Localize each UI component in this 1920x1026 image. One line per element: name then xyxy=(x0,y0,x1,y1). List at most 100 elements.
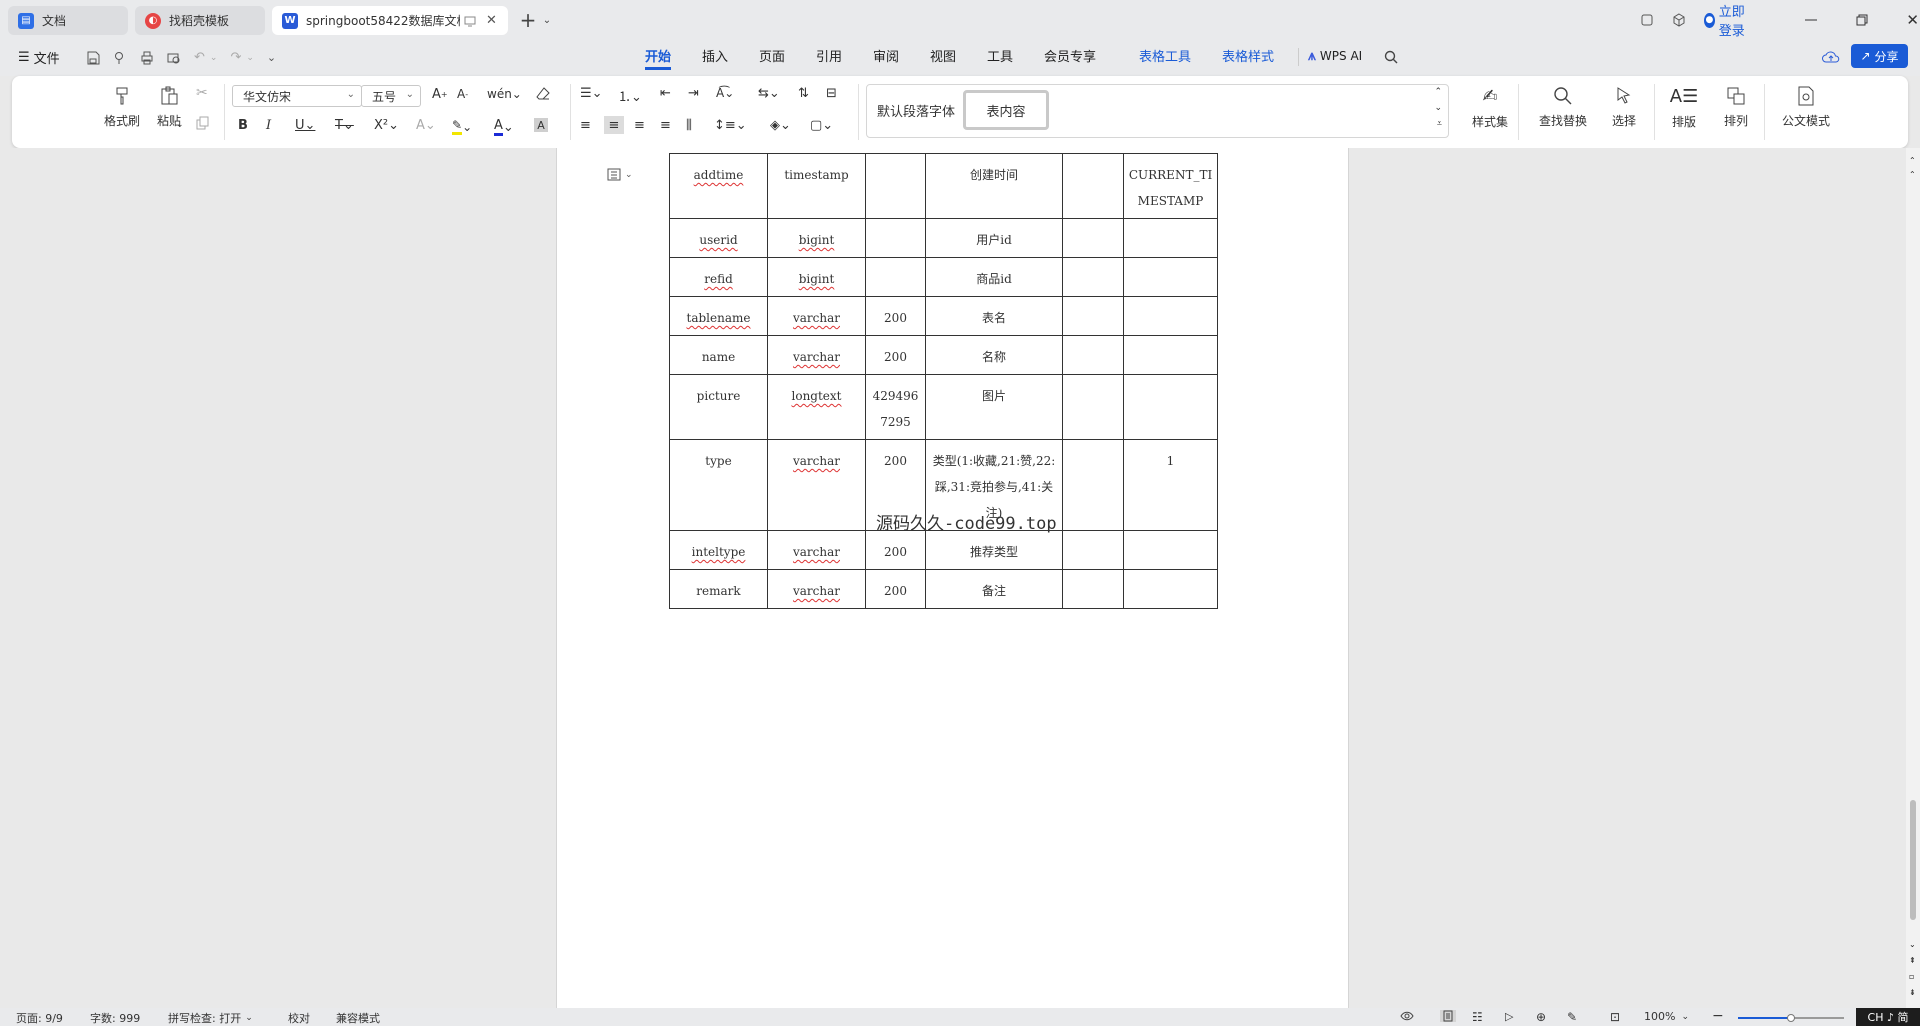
redo-icon[interactable]: ↷ xyxy=(230,50,241,65)
strikethrough-icon[interactable]: T⌄ xyxy=(335,118,354,133)
table-cell-nullable[interactable] xyxy=(1062,374,1124,440)
share-button[interactable]: ↗ 分享 xyxy=(1851,44,1908,68)
close-tab-icon[interactable]: ✕ xyxy=(486,13,497,28)
font-size-select[interactable]: 五号 ⌄ xyxy=(361,85,421,107)
tab-docs[interactable]: ▤ 文档 xyxy=(8,6,128,35)
cube-icon[interactable] xyxy=(1672,13,1686,27)
proofread-button[interactable]: 校对 xyxy=(288,1010,310,1026)
tab-reference[interactable]: 引用 xyxy=(816,48,842,70)
paste-dropdown-icon[interactable]: ⌄ xyxy=(176,120,184,130)
export-pdf-icon[interactable] xyxy=(113,51,127,65)
table-cell-comment[interactable]: 备注 xyxy=(925,569,1063,609)
shading-icon[interactable]: ◈⌄ xyxy=(770,118,791,133)
table-cell-type[interactable]: varchar xyxy=(767,569,866,609)
style-default-paragraph-font[interactable]: 默认段落字体 xyxy=(877,101,955,120)
customize-toolbar-icon[interactable]: ⌄ xyxy=(267,51,276,64)
decrease-indent-icon[interactable]: ⇤ xyxy=(660,86,671,101)
borders-icon[interactable]: ▢⌄ xyxy=(810,118,833,133)
table-border-icon[interactable]: ⊟ xyxy=(826,86,837,101)
table-cell-comment[interactable]: 推荐类型 xyxy=(925,530,1063,570)
italic-icon[interactable]: I xyxy=(266,118,271,133)
login-button[interactable]: ● 立即登录 xyxy=(1704,1,1756,39)
align-center-icon[interactable]: ≡ xyxy=(604,116,624,134)
word-count[interactable]: 字数: 999 xyxy=(90,1010,140,1026)
table-cell-nullable[interactable] xyxy=(1062,439,1124,531)
line-break-icon[interactable]: ⇆⌄ xyxy=(758,86,780,101)
align-right-icon[interactable]: ≡ xyxy=(634,118,645,133)
numbered-list-icon[interactable]: ⒈⌄ xyxy=(618,86,642,105)
table-cell-default[interactable] xyxy=(1123,218,1218,258)
select-browse-icon[interactable]: ▫ xyxy=(1909,972,1914,981)
tab-review[interactable]: 审阅 xyxy=(873,48,899,70)
table-cell-type[interactable]: bigint xyxy=(767,218,866,258)
table-cell-nullable[interactable] xyxy=(1062,296,1124,336)
table-cell-comment[interactable]: 名称 xyxy=(925,335,1063,375)
phonetic-guide-icon[interactable]: wén⌄ xyxy=(487,87,522,101)
document-page[interactable]: ⌄ addtime timestamp 创建时间 CURRENT_TIMESTAMPu… xyxy=(556,148,1349,1008)
layout-button[interactable]: A☰ 排版 xyxy=(1662,86,1706,130)
undo-icon[interactable]: ↶ xyxy=(194,50,205,65)
align-left-icon[interactable]: ≡ xyxy=(580,118,591,133)
table-cell-nullable[interactable] xyxy=(1062,153,1124,219)
table-cell-comment[interactable]: 图片 xyxy=(925,374,1063,440)
outline-view-icon[interactable]: ☷ xyxy=(1472,1010,1483,1024)
tab-view[interactable]: 视图 xyxy=(930,48,956,70)
official-doc-mode-button[interactable]: 公文模式 xyxy=(1774,86,1838,129)
table-cell-name[interactable]: userid xyxy=(669,218,768,258)
vertical-scrollbar[interactable]: ⌃ ⌃ ⌄ ⇞ ▫ ⇟ xyxy=(1906,148,1920,1008)
zoom-out-icon[interactable]: − xyxy=(1712,1008,1724,1024)
font-name-select[interactable]: 华文仿宋 ⌄ xyxy=(232,85,362,107)
table-cell-nullable[interactable] xyxy=(1062,257,1124,297)
tab-member[interactable]: 会员专享 xyxy=(1044,48,1096,70)
tab-table-style[interactable]: 表格样式 xyxy=(1222,48,1274,70)
page-count[interactable]: 页面: 9/9 xyxy=(16,1010,63,1026)
add-tab-icon[interactable]: + xyxy=(516,8,540,32)
minimize-icon[interactable] xyxy=(1804,19,1819,21)
table-cell-default[interactable] xyxy=(1123,335,1218,375)
table-cell-length[interactable]: 200 xyxy=(865,296,926,336)
print-icon[interactable] xyxy=(140,51,154,65)
decrease-font-icon[interactable]: A- xyxy=(457,87,468,101)
table-cell-name[interactable]: refid xyxy=(669,257,768,297)
wps-ai-button[interactable]: ⩚ WPS AI xyxy=(1308,48,1362,64)
table-cell-nullable[interactable] xyxy=(1062,335,1124,375)
table-cell-type[interactable]: timestamp xyxy=(767,153,866,219)
paste-button[interactable]: 粘贴 xyxy=(147,86,191,129)
undo-dropdown-icon[interactable]: ⌄ xyxy=(210,53,218,63)
find-replace-button[interactable]: 查找替换 xyxy=(1530,86,1596,129)
cut-icon[interactable]: ✂ xyxy=(196,85,208,101)
print-preview-icon[interactable] xyxy=(167,51,181,65)
format-painter-button[interactable]: 格式刷 xyxy=(100,86,144,129)
table-cell-name[interactable]: addtime xyxy=(669,153,768,219)
tab-table-tools[interactable]: 表格工具 xyxy=(1139,48,1191,70)
table-cell-nullable[interactable] xyxy=(1062,530,1124,570)
table-cell-comment[interactable]: 表名 xyxy=(925,296,1063,336)
clear-format-icon[interactable] xyxy=(535,86,551,102)
table-cell-name[interactable]: name xyxy=(669,335,768,375)
table-cell-type[interactable]: varchar xyxy=(767,296,866,336)
table-cell-name[interactable]: type xyxy=(669,439,768,531)
table-cell-name[interactable]: tablename xyxy=(669,296,768,336)
chevron-down-icon[interactable]: ⌄ xyxy=(540,15,554,26)
table-cell-type[interactable]: varchar xyxy=(767,335,866,375)
zoom-level[interactable]: 100% ⌄ xyxy=(1644,1010,1689,1023)
window-layout-icon[interactable] xyxy=(1640,13,1654,27)
tab-page[interactable]: 页面 xyxy=(759,48,785,70)
tab-tools[interactable]: 工具 xyxy=(987,48,1013,70)
table-cell-default[interactable]: CURRENT_TIMESTAMP xyxy=(1123,153,1218,219)
table-cell-type[interactable]: bigint xyxy=(767,257,866,297)
table-cell-comment[interactable]: 用户id xyxy=(925,218,1063,258)
ime-indicator[interactable]: CH ♪ 简 xyxy=(1856,1008,1920,1026)
table-cell-name[interactable]: inteltype xyxy=(669,530,768,570)
text-direction-icon[interactable]: A͡⌄ xyxy=(716,86,734,100)
table-cell-default[interactable] xyxy=(1123,296,1218,336)
table-handle[interactable]: ⌄ xyxy=(607,168,633,181)
next-page-icon[interactable]: ⇟ xyxy=(1909,988,1916,997)
tab-docer-templates[interactable]: ◐ 找稻壳模板 xyxy=(135,6,265,35)
font-color-icon[interactable]: A ⌄ xyxy=(494,118,514,136)
table-cell-comment[interactable]: 创建时间 xyxy=(925,153,1063,219)
table-cell-type[interactable]: varchar xyxy=(767,530,866,570)
table-cell-length[interactable]: 200 xyxy=(865,335,926,375)
table-cell-default[interactable] xyxy=(1123,257,1218,297)
copy-icon[interactable] xyxy=(196,116,210,130)
